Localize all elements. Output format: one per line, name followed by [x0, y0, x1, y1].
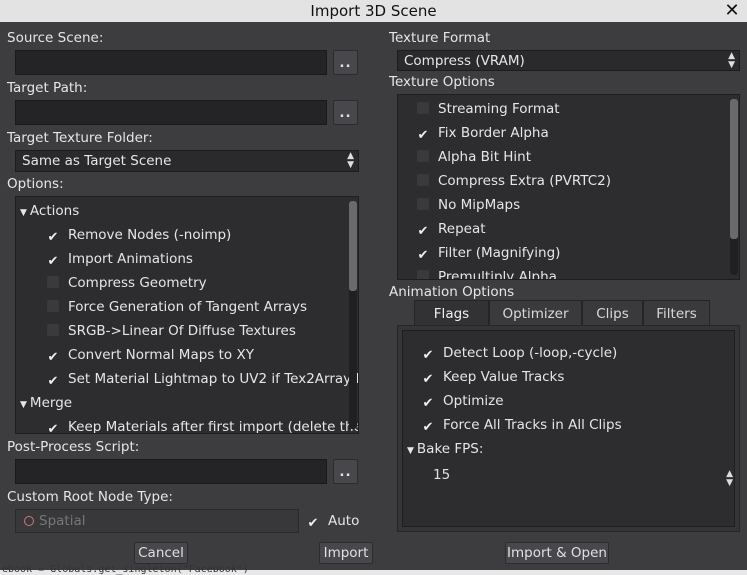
flags-panel: ✔ Detect Loop (-loop,-cycle) ✔ Keep Value …: [397, 325, 740, 532]
post-process-input[interactable]: [15, 459, 327, 484]
options-tree: ▼ Actions ✔ Remove Nodes (-noimp) ✔ Import …: [15, 196, 359, 434]
texture-options-scrollbar[interactable]: [730, 99, 738, 275]
option-keep-materials[interactable]: ✔ Keep Materials after first import (dele…: [46, 415, 358, 434]
window-title-bar: Import 3D Scene: [0, 0, 747, 22]
checkbox-checked-icon[interactable]: ✔: [306, 517, 320, 531]
texture-format-label: Texture Format: [389, 30, 491, 46]
cancel-button[interactable]: Cancel: [134, 542, 188, 564]
checkbox-checked-icon[interactable]: ✔: [46, 231, 60, 245]
option-force-tangents[interactable]: Force Generation of Tangent Arrays: [46, 295, 307, 319]
texopt-compress-extra[interactable]: Compress Extra (PVRTC2): [416, 169, 611, 193]
checkbox-checked-icon[interactable]: ✔: [46, 351, 60, 365]
animation-tabs: Flags Optimizer Clips Filters: [414, 300, 710, 326]
texture-options-list: Streaming Format ✔ Fix Border Alpha Alpha…: [397, 94, 740, 280]
checkbox-checked-icon[interactable]: ✔: [416, 225, 430, 239]
bake-fps-value: 15: [433, 467, 451, 483]
flag-optimize[interactable]: ✔ Optimize: [421, 389, 504, 413]
target-path-input[interactable]: [15, 100, 327, 125]
target-texture-folder-label: Target Texture Folder:: [7, 130, 153, 146]
node-type-icon: [24, 516, 34, 526]
checkbox-unchecked-icon[interactable]: [47, 324, 59, 336]
window-title: Import 3D Scene: [310, 2, 437, 20]
target-path-browse-button[interactable]: ..: [333, 100, 358, 125]
updown-arrows-icon: ▲ ▼: [347, 151, 354, 170]
post-process-browse-button[interactable]: ..: [333, 459, 358, 484]
import-dialog: Source Scene: .. Target Path: .. Target …: [0, 22, 747, 570]
updown-arrows-icon[interactable]: ▲ ▼: [726, 470, 733, 488]
checkbox-checked-icon[interactable]: ✔: [421, 397, 435, 411]
tab-filters[interactable]: Filters: [643, 300, 710, 326]
checkbox-checked-icon[interactable]: ✔: [46, 375, 60, 389]
option-srgb-linear[interactable]: SRGB->Linear Of Diffuse Textures: [46, 319, 296, 343]
checkbox-checked-icon[interactable]: ✔: [46, 255, 60, 269]
checkbox-checked-icon[interactable]: ✔: [416, 249, 430, 263]
import-button[interactable]: Import: [319, 542, 373, 564]
option-compress-geometry[interactable]: Compress Geometry: [46, 271, 207, 295]
auto-toggle[interactable]: ✔ Auto: [306, 509, 360, 533]
collapse-arrow-icon: ▼: [20, 400, 27, 410]
collapse-arrow-icon: ▼: [407, 446, 414, 456]
checkbox-checked-icon[interactable]: ✔: [421, 421, 435, 435]
custom-root-label: Custom Root Node Type:: [7, 489, 173, 505]
close-icon[interactable]: ✕: [723, 0, 741, 22]
options-label: Options:: [7, 176, 64, 192]
option-remove-nodes[interactable]: ✔ Remove Nodes (-noimp): [46, 223, 232, 247]
background-editor-strip: ebook = Globals.get_singleton("Facebook"…: [0, 564, 747, 575]
checkbox-checked-icon[interactable]: ✔: [416, 129, 430, 143]
source-scene-label: Source Scene:: [7, 30, 104, 46]
background-code-text: ebook = Globals.get_singleton("Facebook"…: [2, 564, 249, 575]
texture-format-select[interactable]: Compress (VRAM) ▲ ▼: [397, 50, 740, 71]
flags-list: ✔ Detect Loop (-loop,-cycle) ✔ Keep Value …: [402, 330, 735, 527]
texopt-streaming-format[interactable]: Streaming Format: [416, 97, 560, 121]
texture-options-scrollbar-thumb[interactable]: [730, 99, 738, 239]
checkbox-checked-icon[interactable]: ✔: [421, 349, 435, 363]
source-scene-input[interactable]: [15, 50, 327, 75]
target-texture-folder-value: Same as Target Scene: [22, 153, 172, 169]
bake-fps-spinbox[interactable]: 15 ▲ ▼: [425, 463, 734, 488]
checkbox-unchecked-icon[interactable]: [47, 300, 59, 312]
checkbox-checked-icon[interactable]: ✔: [46, 423, 60, 434]
texopt-premultiply-alpha[interactable]: Premultiply Alpha: [416, 265, 557, 279]
options-scrollbar[interactable]: [349, 201, 357, 429]
checkbox-unchecked-icon[interactable]: [417, 270, 429, 279]
tab-clips[interactable]: Clips: [582, 300, 643, 326]
texopt-no-mipmaps[interactable]: No MipMaps: [416, 193, 520, 217]
flag-keep-value-tracks[interactable]: ✔ Keep Value Tracks: [421, 365, 565, 389]
bake-fps-group[interactable]: ▼ Bake FPS:: [407, 437, 483, 461]
texopt-filter[interactable]: ✔ Filter (Magnifying): [416, 241, 561, 265]
texopt-fix-border-alpha[interactable]: ✔ Fix Border Alpha: [416, 121, 549, 145]
option-import-animations[interactable]: ✔ Import Animations: [46, 247, 193, 271]
custom-root-field[interactable]: Spatial: [15, 509, 299, 533]
texopt-repeat[interactable]: ✔ Repeat: [416, 217, 486, 241]
checkbox-unchecked-icon[interactable]: [417, 102, 429, 114]
checkbox-unchecked-icon[interactable]: [417, 150, 429, 162]
post-process-label: Post-Process Script:: [7, 439, 140, 455]
checkbox-checked-icon[interactable]: ✔: [421, 373, 435, 387]
target-path-label: Target Path:: [7, 80, 88, 96]
import-and-open-button[interactable]: Import & Open: [505, 542, 609, 564]
tab-flags[interactable]: Flags: [414, 300, 489, 326]
source-scene-browse-button[interactable]: ..: [333, 50, 358, 75]
target-texture-folder-select[interactable]: Same as Target Scene ▲ ▼: [15, 150, 359, 172]
checkbox-unchecked-icon[interactable]: [47, 276, 59, 288]
updown-arrows-icon: ▲ ▼: [728, 51, 735, 70]
option-lightmap-uv2[interactable]: ✔ Set Material Lightmap to UV2 if Tex2Arr…: [46, 367, 358, 391]
texture-options-label: Texture Options: [389, 74, 495, 90]
option-normal-maps-xy[interactable]: ✔ Convert Normal Maps to XY: [46, 343, 254, 367]
tree-group-actions[interactable]: ▼ Actions: [20, 199, 79, 223]
texture-format-value: Compress (VRAM): [404, 53, 525, 69]
collapse-arrow-icon: ▼: [20, 208, 27, 218]
checkbox-unchecked-icon[interactable]: [417, 174, 429, 186]
texopt-alpha-bit-hint[interactable]: Alpha Bit Hint: [416, 145, 531, 169]
flag-detect-loop[interactable]: ✔ Detect Loop (-loop,-cycle): [421, 341, 618, 365]
flag-force-all-tracks[interactable]: ✔ Force All Tracks in All Clips: [421, 413, 622, 437]
animation-options-label: Animation Options: [389, 284, 515, 300]
checkbox-unchecked-icon[interactable]: [417, 198, 429, 210]
tree-group-merge[interactable]: ▼ Merge: [20, 391, 72, 415]
options-scrollbar-thumb[interactable]: [349, 201, 357, 291]
tab-optimizer[interactable]: Optimizer: [489, 300, 582, 326]
